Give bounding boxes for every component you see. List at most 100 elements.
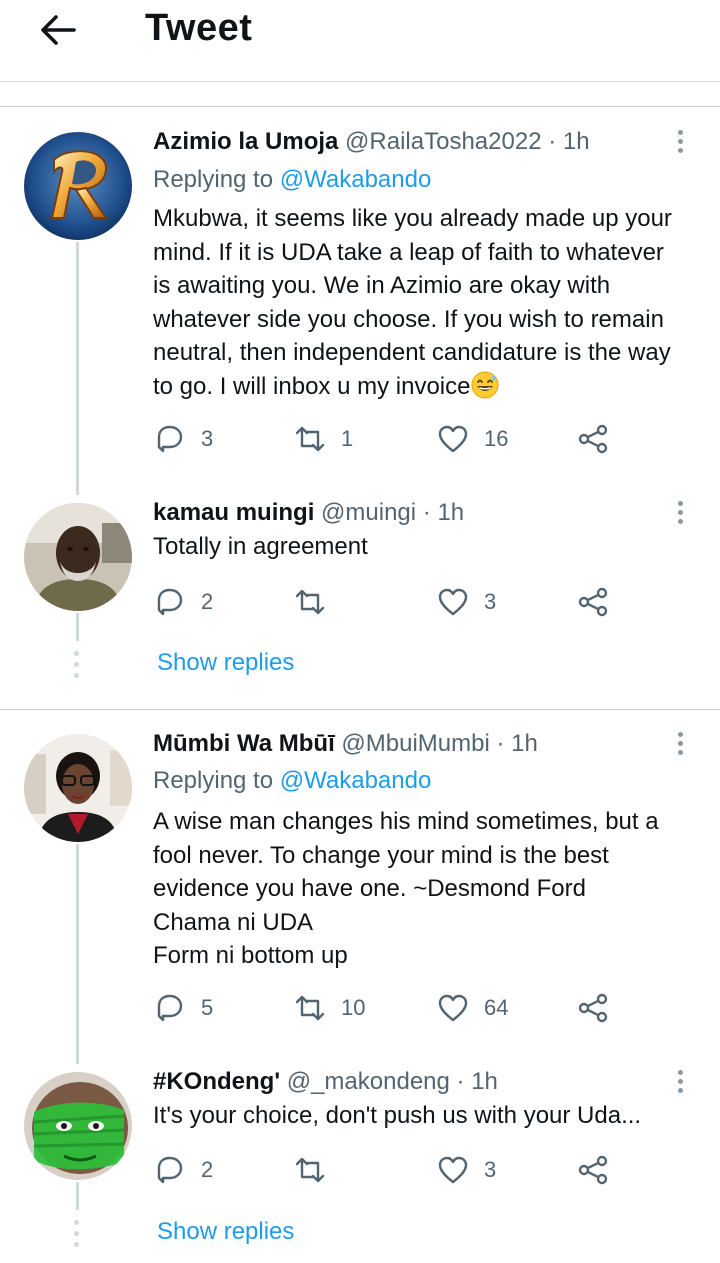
tweet-text-line: Form ni bottom up: [153, 942, 348, 969]
retweet-count: 1: [341, 426, 354, 451]
share-icon: [578, 424, 608, 454]
user-handle[interactable]: @RailaTosha2022: [345, 128, 542, 155]
mention-link[interactable]: @Wakabando: [280, 166, 432, 193]
like-count: 3: [484, 1157, 497, 1182]
reply-button[interactable]: 5: [153, 990, 213, 1026]
share-button[interactable]: [576, 990, 610, 1026]
heart-icon: [438, 994, 468, 1022]
tweet-header: Mūmbi Wa Mbūī @MbuiMumbi · 1h: [153, 729, 538, 759]
display-name[interactable]: Mūmbi Wa Mbūī: [153, 730, 335, 757]
reply-icon: [157, 425, 183, 453]
reply-icon: [157, 588, 183, 616]
retweet-icon: [295, 995, 325, 1021]
tweet-text-line: Chama ni UDA: [153, 908, 314, 936]
thread-connector-line: [76, 844, 79, 1064]
more-options-button[interactable]: [670, 728, 690, 758]
like-count: 64: [484, 995, 509, 1020]
tweet-text-line: to go. I will inbox u my invoice: [153, 370, 705, 404]
separator-dot: ·: [496, 730, 505, 757]
user-handle[interactable]: @MbuiMumbi: [341, 730, 489, 757]
page-title: Tweet: [145, 7, 253, 49]
top-bar: Tweet: [0, 0, 720, 82]
thread-continuation-dots: [73, 651, 81, 684]
replying-to: Replying to @Wakabando: [153, 165, 431, 195]
replying-label: Replying to: [153, 166, 274, 193]
back-button[interactable]: [36, 8, 80, 52]
mention-link[interactable]: @Wakabando: [280, 767, 432, 794]
display-name[interactable]: kamau muingi: [153, 499, 314, 526]
timestamp[interactable]: 1h: [471, 1068, 498, 1095]
tweet-text: It's your choice, don't push us with you…: [153, 1099, 705, 1133]
share-button[interactable]: [576, 584, 610, 620]
tweet-actions: 2 3: [153, 584, 623, 620]
retweet-button[interactable]: 10: [293, 990, 365, 1026]
tweet-text: A wise man changes his mind sometimes, b…: [153, 805, 705, 973]
retweet-icon: [295, 589, 325, 615]
reply-icon: [157, 994, 183, 1022]
like-button[interactable]: 3: [436, 1152, 496, 1188]
display-name[interactable]: #KOndeng': [153, 1068, 280, 1095]
more-options-button[interactable]: [670, 126, 690, 156]
share-button[interactable]: [576, 421, 610, 457]
avatar[interactable]: [24, 734, 132, 842]
reply-button[interactable]: 3: [153, 421, 213, 457]
separator-dot: ·: [422, 499, 431, 526]
like-button[interactable]: 16: [436, 421, 508, 457]
like-count: 16: [484, 426, 509, 451]
tweet-header: kamau muingi @muingi · 1h: [153, 498, 464, 528]
tweet-text-line: evidence you have one. ~Desmond Ford: [153, 875, 586, 902]
replying-to: Replying to @Wakabando: [153, 766, 431, 796]
tweet-text-line: whatever side you choose. If you wish to…: [153, 305, 664, 333]
like-button[interactable]: 3: [436, 584, 496, 620]
retweet-button[interactable]: [293, 584, 327, 620]
heart-icon: [438, 1156, 468, 1184]
more-options-button[interactable]: [670, 497, 690, 527]
grinning-sweat-emoji-icon: [471, 371, 499, 398]
tweet-text-line: Totally in agreement: [153, 533, 368, 560]
share-icon: [578, 1155, 608, 1185]
retweet-button[interactable]: [293, 1152, 327, 1188]
avatar[interactable]: [24, 503, 132, 611]
share-button[interactable]: [576, 1152, 610, 1188]
timestamp[interactable]: 1h: [511, 730, 538, 757]
tweet-actions: 2 3: [153, 1152, 623, 1188]
show-replies-link[interactable]: Show replies: [157, 648, 294, 678]
arrow-left-icon: [41, 15, 76, 45]
reply-icon: [157, 1156, 183, 1184]
tweet-text: Totally in agreement: [153, 530, 705, 564]
timestamp[interactable]: 1h: [437, 499, 464, 526]
user-handle[interactable]: @muingi: [321, 499, 416, 526]
separator-dot: ·: [548, 128, 557, 155]
tweet-text-line: fool never. To change your mind is the b…: [153, 841, 609, 869]
tweet-text: Mkubwa, it seems like you already made u…: [153, 202, 705, 403]
tweet-text-line: neutral, then independent candidature is…: [153, 339, 671, 366]
timestamp[interactable]: 1h: [563, 128, 590, 155]
tweet-header: #KOndeng' @_makondeng · 1h: [153, 1067, 498, 1097]
user-handle[interactable]: @_makondeng: [287, 1068, 450, 1095]
reply-button[interactable]: 2: [153, 584, 213, 620]
separator-dot: ·: [456, 1068, 465, 1095]
show-replies-link[interactable]: Show replies: [157, 1217, 294, 1247]
retweet-button[interactable]: 1: [293, 421, 353, 457]
reply-button[interactable]: 2: [153, 1152, 213, 1188]
tweet-text-line-content: to go. I will inbox u my invoice: [153, 372, 471, 400]
thread-continuation-dots: [73, 1220, 81, 1253]
more-options-button[interactable]: [670, 1066, 690, 1096]
avatar[interactable]: [24, 1072, 132, 1180]
display-name[interactable]: Azimio la Umoja: [153, 128, 338, 155]
avatar[interactable]: [24, 132, 132, 240]
tweet-text-line: is awaiting you. We in Azimio are okay w…: [153, 272, 611, 299]
heart-icon: [438, 425, 468, 453]
tweet-actions: 5 10 64: [153, 990, 623, 1026]
reply-count: 2: [201, 1157, 214, 1182]
retweet-icon: [295, 1157, 325, 1183]
tweet-text-line: A wise man changes his mind sometimes, b…: [153, 808, 659, 835]
retweet-count: 10: [341, 995, 366, 1020]
reply-count: 3: [201, 426, 214, 451]
thread-connector-line: [76, 242, 79, 495]
section-spacer: [0, 83, 720, 107]
like-button[interactable]: 64: [436, 990, 508, 1026]
retweet-icon: [295, 426, 325, 452]
tweet-text-line: It's your choice, don't push us with you…: [153, 1102, 642, 1129]
share-icon: [578, 587, 608, 617]
